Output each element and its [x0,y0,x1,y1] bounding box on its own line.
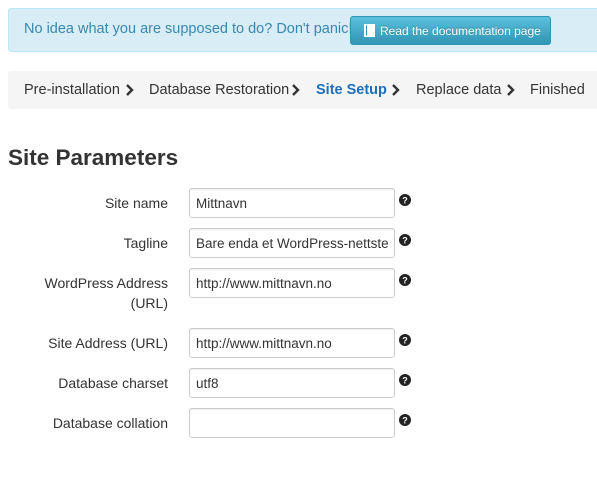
read-documentation-button[interactable]: Read the documentation page [350,16,551,45]
step-site-setup[interactable]: Site Setup [316,82,387,98]
svg-text:?: ? [402,376,408,386]
question-circle-icon[interactable]: ? [399,414,411,426]
help-notice: No idea what you are supposed to do? Don… [8,8,597,52]
site-name-input[interactable] [189,188,395,218]
question-circle-icon[interactable]: ? [399,374,411,386]
wordpress-address-label-line1: WordPress Address [44,275,168,291]
notice-text: No idea what you are supposed to do? Don… [24,21,353,37]
wordpress-address-input[interactable] [189,268,395,298]
chevron-right-icon [126,84,134,96]
question-circle-icon[interactable]: ? [399,234,411,246]
question-circle-icon[interactable]: ? [399,194,411,206]
question-circle-icon[interactable]: ? [399,334,411,346]
step-database-restoration[interactable]: Database Restoration [149,82,289,98]
chevron-right-icon [292,84,300,96]
book-icon [364,24,375,37]
database-charset-input[interactable] [189,368,395,398]
step-replace-data[interactable]: Replace data [416,82,501,98]
chevron-right-icon [507,84,515,96]
site-address-label: Site Address (URL) [48,335,168,351]
read-documentation-label: Read the documentation page [380,23,541,38]
svg-text:?: ? [402,196,408,206]
step-finished[interactable]: Finished [530,82,585,98]
svg-text:?: ? [402,336,408,346]
step-pre-installation[interactable]: Pre-installation [24,82,120,98]
chevron-right-icon [392,84,400,96]
wordpress-address-label: WordPress Address (URL) [8,273,168,313]
site-address-input[interactable] [189,328,395,358]
tagline-input[interactable] [189,228,395,258]
question-circle-icon[interactable]: ? [399,274,411,286]
svg-text:?: ? [402,236,408,246]
svg-text:?: ? [402,416,408,426]
database-collation-input[interactable] [189,408,395,438]
breadcrumb: Pre-installation Database Restoration Si… [8,71,597,109]
svg-text:?: ? [402,276,408,286]
page-title: Site Parameters [8,145,179,170]
wordpress-address-label-line2: (URL) [130,295,168,311]
tagline-label: Tagline [123,235,168,251]
database-collation-label: Database collation [52,415,168,431]
site-name-label: Site name [104,195,168,211]
database-charset-label: Database charset [58,375,168,391]
